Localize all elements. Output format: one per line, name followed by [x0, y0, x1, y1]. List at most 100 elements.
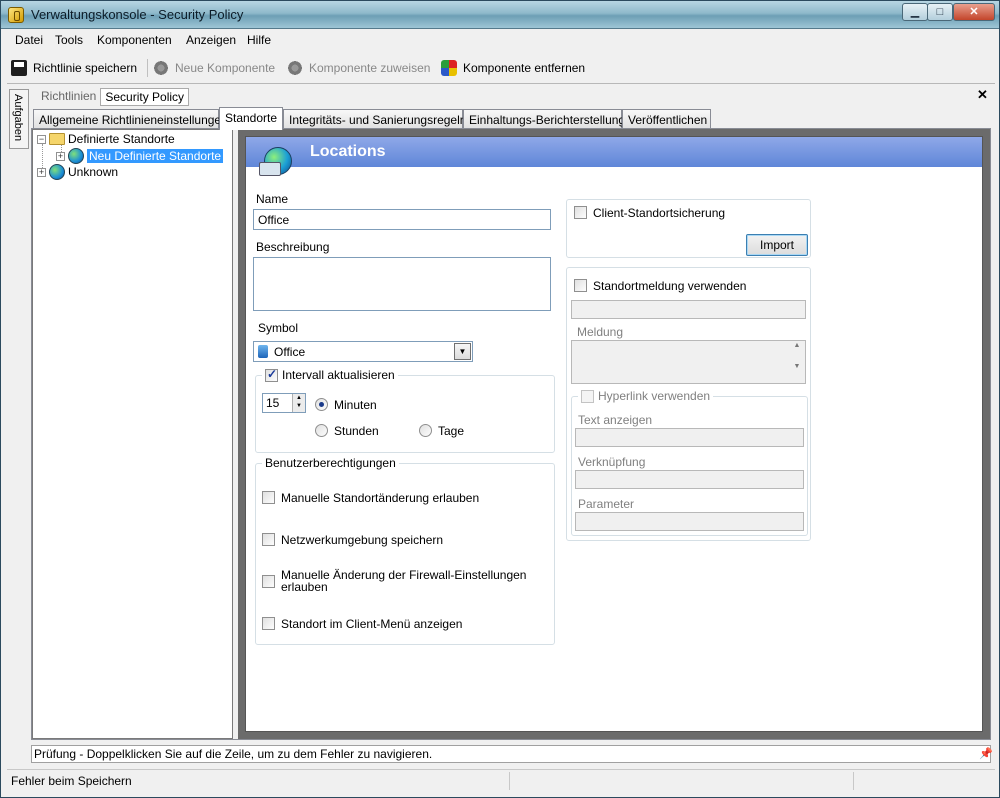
message-label: Meldung [577, 325, 624, 339]
interval-checkbox[interactable] [265, 367, 278, 382]
globe-icon [68, 148, 84, 164]
message-field[interactable]: ▲ ▼ [571, 340, 806, 384]
title-bar[interactable]: Verwaltungskonsole - Security Policy ▁ □… [1, 1, 999, 29]
link-label: Verknüpfung [578, 455, 646, 469]
tree-node-unknown[interactable]: + Unknown [37, 164, 118, 180]
new-component-button[interactable]: Neue Komponente [153, 57, 275, 79]
interval-group: Intervall aktualisieren 15 ▲▼ Minuten St… [255, 367, 555, 453]
save-network-environment-label: Netzwerkumgebung speichern [281, 533, 444, 547]
collapse-icon[interactable]: − [37, 134, 46, 144]
expand-icon[interactable]: + [56, 151, 65, 161]
chevron-down-icon[interactable]: ▼ [454, 343, 471, 360]
assign-component-label: Komponente zuweisen [309, 61, 431, 75]
close-window-button[interactable]: ✕ [953, 3, 995, 21]
interval-label: Intervall aktualisieren [282, 368, 395, 382]
tab-integrity-rules[interactable]: Integritäts- und Sanierungsregeln [283, 109, 466, 129]
allow-firewall-change-checkbox[interactable] [262, 575, 275, 588]
hours-radio[interactable] [315, 424, 328, 437]
import-button[interactable]: Import [746, 234, 808, 256]
toolbar-separator [147, 59, 148, 77]
interval-stepper[interactable]: 15 ▲ ▼ [262, 393, 306, 413]
new-component-label: Neue Komponente [175, 61, 276, 75]
assign-component-button[interactable]: Komponente zuweisen [287, 57, 430, 79]
remove-component-icon [441, 60, 457, 76]
show-in-client-menu-checkbox[interactable] [262, 617, 275, 630]
use-hyperlink-checkbox[interactable] [581, 389, 594, 403]
tab-general-settings[interactable]: Allgemeine Richtlinieneinstellungen [33, 109, 228, 129]
tree-node-label: Unknown [68, 165, 119, 179]
save-icon [11, 60, 27, 76]
symbol-dropdown[interactable]: Office ▼ [253, 341, 473, 362]
client-assurance-checkbox[interactable] [574, 206, 587, 219]
link-field[interactable] [575, 470, 804, 489]
menu-komponenten[interactable]: Komponenten [97, 33, 172, 47]
tree-node-new-defined-locations[interactable]: + Neu Definierte Standorte [56, 148, 224, 164]
allow-firewall-change-label: Manuelle Änderung der Firewall-Einstellu… [281, 568, 527, 594]
allow-manual-location-change-label: Manuelle Standortänderung erlauben [281, 491, 480, 505]
tasks-side-tab-label: Aufgaben [12, 94, 24, 142]
description-label: Beschreibung [256, 240, 330, 254]
minutes-radio[interactable] [315, 398, 328, 411]
main-window: Verwaltungskonsole - Security Policy ▁ □… [0, 0, 1000, 798]
allow-manual-location-change-checkbox[interactable] [262, 491, 275, 504]
minimize-button[interactable]: ▁ [902, 3, 928, 21]
status-divider [853, 772, 854, 790]
maximize-button[interactable]: □ [927, 3, 953, 21]
breadcrumb-policies[interactable]: Richtlinien [37, 88, 100, 106]
save-network-environment-checkbox[interactable] [262, 533, 275, 546]
menu-hilfe[interactable]: Hilfe [247, 33, 271, 47]
tab-publish[interactable]: Veröffentlichen [622, 109, 711, 129]
scroll-arrows-icon[interactable]: ▲ ▼ [790, 342, 804, 382]
tree-node-label: Definierte Standorte [68, 132, 175, 146]
status-bar: Fehler beim Speichern [7, 769, 995, 791]
client-assurance-label: Client-Standortsicherung [593, 206, 726, 220]
gears-icon [287, 60, 303, 76]
display-text-label: Text anzeigen [578, 413, 653, 427]
menu-tools[interactable]: Tools [55, 33, 83, 47]
name-field[interactable] [253, 209, 551, 230]
use-location-message-checkbox[interactable] [574, 279, 587, 292]
spinner-arrows-icon[interactable]: ▲ ▼ [292, 394, 305, 412]
interval-value: 15 [266, 396, 280, 410]
tree-node-defined-locations[interactable]: − Definierte Standorte [37, 132, 175, 146]
locations-tree: − Definierte Standorte + Neu Definierte … [32, 129, 233, 739]
minutes-label: Minuten [334, 398, 377, 412]
globe-icon [49, 164, 65, 180]
parameter-field[interactable] [575, 512, 804, 531]
toolbar: Richtlinie speichern Neue Komponente Kom… [7, 57, 987, 79]
interval-group-title: Intervall aktualisieren [262, 367, 398, 382]
show-in-client-menu-label: Standort im Client-Menü anzeigen [281, 617, 463, 631]
close-pane-icon[interactable]: ✕ [977, 87, 988, 103]
office-building-icon [258, 345, 268, 358]
expand-icon[interactable]: + [37, 167, 46, 177]
breadcrumb-security-policy[interactable]: Security Policy [100, 88, 190, 106]
message-title-field[interactable] [571, 300, 806, 319]
tab-compliance-reporting[interactable]: Einhaltungs-Berichterstellung [463, 109, 625, 129]
permissions-group: Benutzerberechtigungen Manuelle Standort… [255, 456, 555, 645]
remove-component-label: Komponente entfernen [463, 61, 586, 75]
errors-bar[interactable]: Prüfung - Doppelklicken Sie auf die Zeil… [31, 745, 991, 763]
tree-node-label: Neu Definierte Standorte [87, 149, 224, 163]
location-message-group: Standortmeldung verwenden Meldung ▲ ▼ Hyp… [566, 267, 811, 541]
location-globe-icon [259, 147, 292, 176]
days-radio[interactable] [419, 424, 432, 437]
pin-icon[interactable]: 📌 [979, 747, 993, 760]
use-location-message-label: Standortmeldung verwenden [593, 279, 747, 293]
save-policy-button[interactable]: Richtlinie speichern [11, 57, 137, 79]
gears-icon [153, 60, 169, 76]
client-assurance-group: Client-Standortsicherung Import [566, 199, 811, 258]
remove-component-button[interactable]: Komponente entfernen [441, 57, 585, 79]
save-policy-label: Richtlinie speichern [33, 61, 138, 75]
breadcrumb: Richtlinien Security Policy [37, 88, 190, 106]
status-divider [509, 772, 510, 790]
app-icon [8, 7, 24, 23]
description-field[interactable] [253, 257, 551, 311]
panel-title: Locations [310, 143, 386, 160]
menu-anzeigen[interactable]: Anzeigen [186, 33, 236, 47]
display-text-field[interactable] [575, 428, 804, 447]
tab-locations[interactable]: Standorte [219, 107, 283, 130]
locations-panel: Locations Name Beschreibung Symbol Offic… [245, 136, 983, 732]
menu-datei[interactable]: Datei [15, 33, 43, 47]
tasks-side-tab[interactable]: Aufgaben [9, 89, 29, 149]
hyperlink-group: Hyperlink verwenden Text anzeigen Verknü… [571, 389, 808, 536]
